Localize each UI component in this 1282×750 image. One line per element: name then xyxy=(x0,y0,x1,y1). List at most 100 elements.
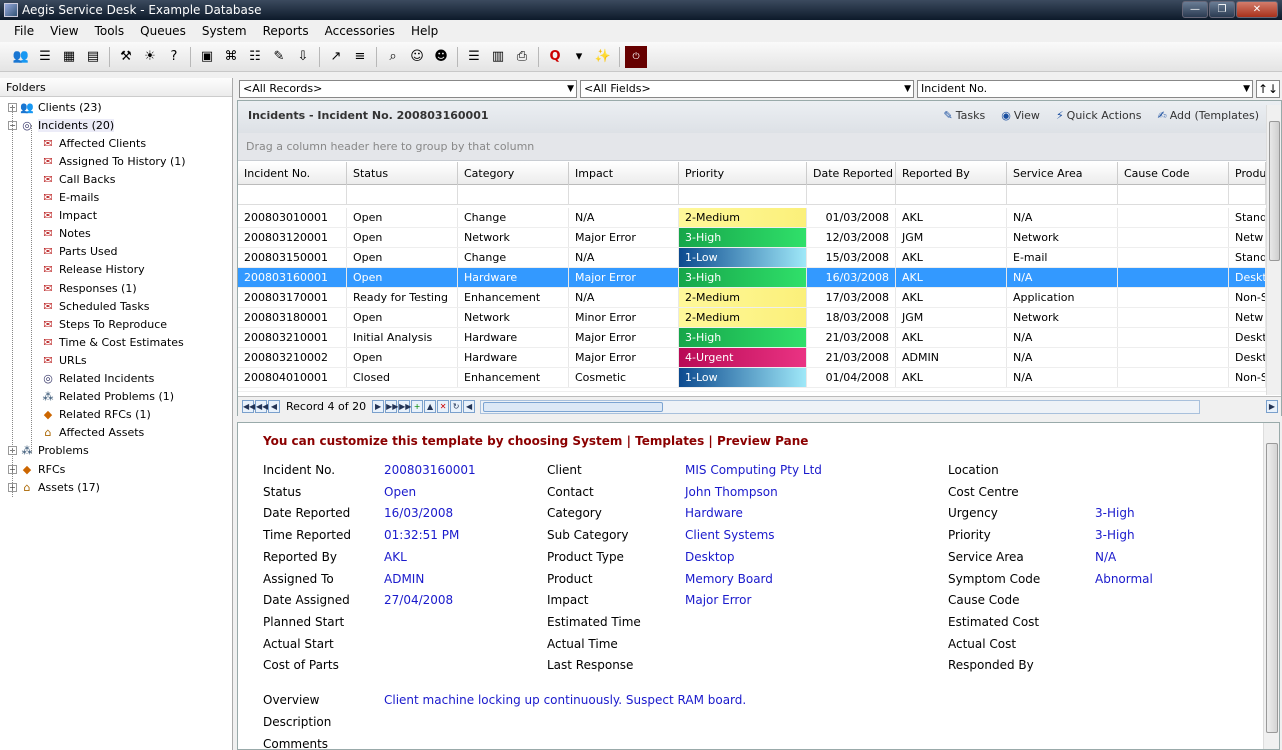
tree-item[interactable]: + ◆ RFCs xyxy=(8,460,65,478)
tree-item[interactable]: ⌂ Affected Assets xyxy=(40,424,145,442)
tree-item[interactable]: ✉ Affected Clients xyxy=(40,134,146,152)
tree-item[interactable]: ◆ Related RFCs (1) xyxy=(40,406,151,424)
menu-system[interactable]: System xyxy=(194,24,255,38)
column-header[interactable]: Reported By xyxy=(896,162,1007,185)
search-icon[interactable]: ⌕ xyxy=(382,46,404,68)
window-icon[interactable]: ▣ xyxy=(196,46,218,68)
document-icon[interactable]: ☷ xyxy=(244,46,266,68)
tree-item[interactable]: ⁂ Related Problems (1) xyxy=(40,388,175,406)
scroll-thumb[interactable] xyxy=(483,401,664,412)
scroll-thumb[interactable] xyxy=(1269,121,1280,261)
clients-icon[interactable]: 👥 xyxy=(10,46,32,68)
first-record-button[interactable]: ◀◀ xyxy=(242,400,255,413)
tree-item[interactable]: ✉ Release History xyxy=(40,261,144,279)
add-templates-button[interactable]: ✍ Add (Templates) xyxy=(1157,109,1259,122)
column-filter-cell[interactable] xyxy=(807,185,896,205)
tools-icon[interactable]: ⚒ xyxy=(115,46,137,68)
group-by-area[interactable]: Drag a column header here to group by th… xyxy=(238,133,1281,161)
delete-record-button[interactable]: ▲ xyxy=(424,400,437,413)
print-icon[interactable]: ⎙ xyxy=(511,46,533,68)
tree-item[interactable]: ✉ Parts Used xyxy=(40,243,117,261)
column-header[interactable]: Cause Code xyxy=(1118,162,1229,185)
column-header[interactable]: Status xyxy=(347,162,458,185)
exit-icon[interactable]: ⏻ xyxy=(625,45,647,68)
tree-item[interactable]: ✉ Assigned To History (1) xyxy=(40,152,185,170)
chart-icon[interactable]: ↗ xyxy=(325,46,347,68)
menu-tools[interactable]: Tools xyxy=(87,24,133,38)
tree-item[interactable]: ✉ Time & Cost Estimates xyxy=(40,333,183,351)
tree-item[interactable]: ✉ URLs xyxy=(40,351,86,369)
tasks-button[interactable]: ✎ Tasks xyxy=(944,109,986,122)
table-row[interactable]: 200803120001 Open Network Major Error 3-High… xyxy=(238,228,1266,248)
column-filter-cell[interactable] xyxy=(1118,185,1229,205)
scroll-left-button[interactable]: ◀ xyxy=(463,400,476,413)
column-filter-cell[interactable] xyxy=(569,185,679,205)
table-row[interactable]: 200803170001 Ready for Testing Enhancement… xyxy=(238,288,1266,308)
column-filter-cell[interactable] xyxy=(1229,185,1266,205)
column-filter-row[interactable] xyxy=(238,185,1266,205)
menu-view[interactable]: View xyxy=(42,24,86,38)
column-header[interactable]: Category xyxy=(458,162,569,185)
grid-vertical-scrollbar[interactable] xyxy=(1266,105,1281,395)
column-filter-cell[interactable] xyxy=(238,185,347,205)
tree-item[interactable]: + ⌂ Assets (17) xyxy=(8,478,100,496)
report-icon[interactable]: ▥ xyxy=(487,46,509,68)
column-header[interactable]: Priority xyxy=(679,162,807,185)
records-filter-select[interactable]: <All Records> ▼ xyxy=(239,80,577,98)
tree-icon[interactable]: ≡ xyxy=(349,46,371,68)
next-page-button[interactable]: ▶▶ xyxy=(385,400,398,413)
column-header[interactable]: Service Area xyxy=(1007,162,1118,185)
previous-page-button[interactable]: ◀◀ xyxy=(255,400,268,413)
import-icon[interactable]: ⇩ xyxy=(292,46,314,68)
list-icon[interactable]: ☰ xyxy=(463,46,485,68)
table-row[interactable]: 200803160001 Open Hardware Major Error 3-Hig… xyxy=(238,268,1266,288)
next-record-button[interactable]: ▶ xyxy=(372,400,385,413)
grid-horizontal-scrollbar[interactable] xyxy=(480,399,1201,414)
table-row[interactable]: 200803150001 Open Change N/A 1-Low 15/03/2008… xyxy=(238,248,1266,268)
tree-item[interactable]: ✉ Scheduled Tasks xyxy=(40,297,149,315)
column-filter-cell[interactable] xyxy=(347,185,458,205)
calendar-icon[interactable]: ▦ xyxy=(58,46,80,68)
sort-field-select[interactable]: Incident No. ▼ xyxy=(917,80,1253,98)
column-filter-cell[interactable] xyxy=(458,185,569,205)
menu-file[interactable]: File xyxy=(6,24,42,38)
close-button[interactable]: ✕ xyxy=(1236,1,1278,18)
menu-reports[interactable]: Reports xyxy=(255,24,317,38)
add-record-button[interactable]: + xyxy=(411,400,424,413)
view-button[interactable]: ◉ View xyxy=(1001,109,1040,122)
preview-vertical-scrollbar[interactable] xyxy=(1263,423,1279,749)
column-filter-cell[interactable] xyxy=(1007,185,1118,205)
people-icon[interactable]: ☺ xyxy=(406,46,428,68)
last-record-button[interactable]: ▶▶ xyxy=(398,400,411,413)
minimize-button[interactable]: — xyxy=(1182,1,1208,18)
incidents-icon[interactable]: ☰ xyxy=(34,46,56,68)
edit-icon[interactable]: ✎ xyxy=(268,46,290,68)
sort-direction-button[interactable]: ↑↓ xyxy=(1256,80,1280,98)
tree-item[interactable]: ✉ Notes xyxy=(40,225,90,243)
menu-accessories[interactable]: Accessories xyxy=(317,24,403,38)
tree-item[interactable]: ◎ Related Incidents xyxy=(40,370,154,388)
q-icon[interactable]: Q xyxy=(544,46,566,68)
person-icon[interactable]: ☻ xyxy=(430,46,452,68)
table-row[interactable]: 200803210001 Initial Analysis Hardware Majo… xyxy=(238,328,1266,348)
network-icon[interactable]: ⌘ xyxy=(220,46,242,68)
tree-item[interactable]: ✉ Impact xyxy=(40,207,97,225)
faq-icon[interactable]: ? xyxy=(163,46,185,68)
tree-item[interactable]: ✉ Call Backs xyxy=(40,170,115,188)
scroll-right-button[interactable]: ▶ xyxy=(1266,400,1278,413)
table-row[interactable]: 200803010001 Open Change N/A 2-Medium 01/03/2… xyxy=(238,208,1266,228)
tree-item[interactable]: ✉ Steps To Reproduce xyxy=(40,315,167,333)
grid-icon[interactable]: ▤ xyxy=(82,46,104,68)
bulb-icon[interactable]: ☀ xyxy=(139,46,161,68)
refresh-button[interactable]: ↻ xyxy=(450,400,463,413)
tree-item[interactable]: ✉ Responses (1) xyxy=(40,279,136,297)
table-row[interactable]: 200803180001 Open Network Minor Error 2-Medi… xyxy=(238,308,1266,328)
previous-record-button[interactable]: ◀ xyxy=(268,400,280,413)
cancel-edit-button[interactable]: ✕ xyxy=(437,400,450,413)
quick-actions-button[interactable]: ⚡ Quick Actions xyxy=(1056,109,1142,122)
tree-item[interactable]: − ◎ Incidents (20) xyxy=(8,116,115,134)
restore-button[interactable]: ❐ xyxy=(1209,1,1235,18)
tree-item[interactable]: + ⁂ Problems xyxy=(8,442,89,460)
dropdown-icon[interactable]: ▾ xyxy=(568,46,590,68)
menu-queues[interactable]: Queues xyxy=(132,24,194,38)
